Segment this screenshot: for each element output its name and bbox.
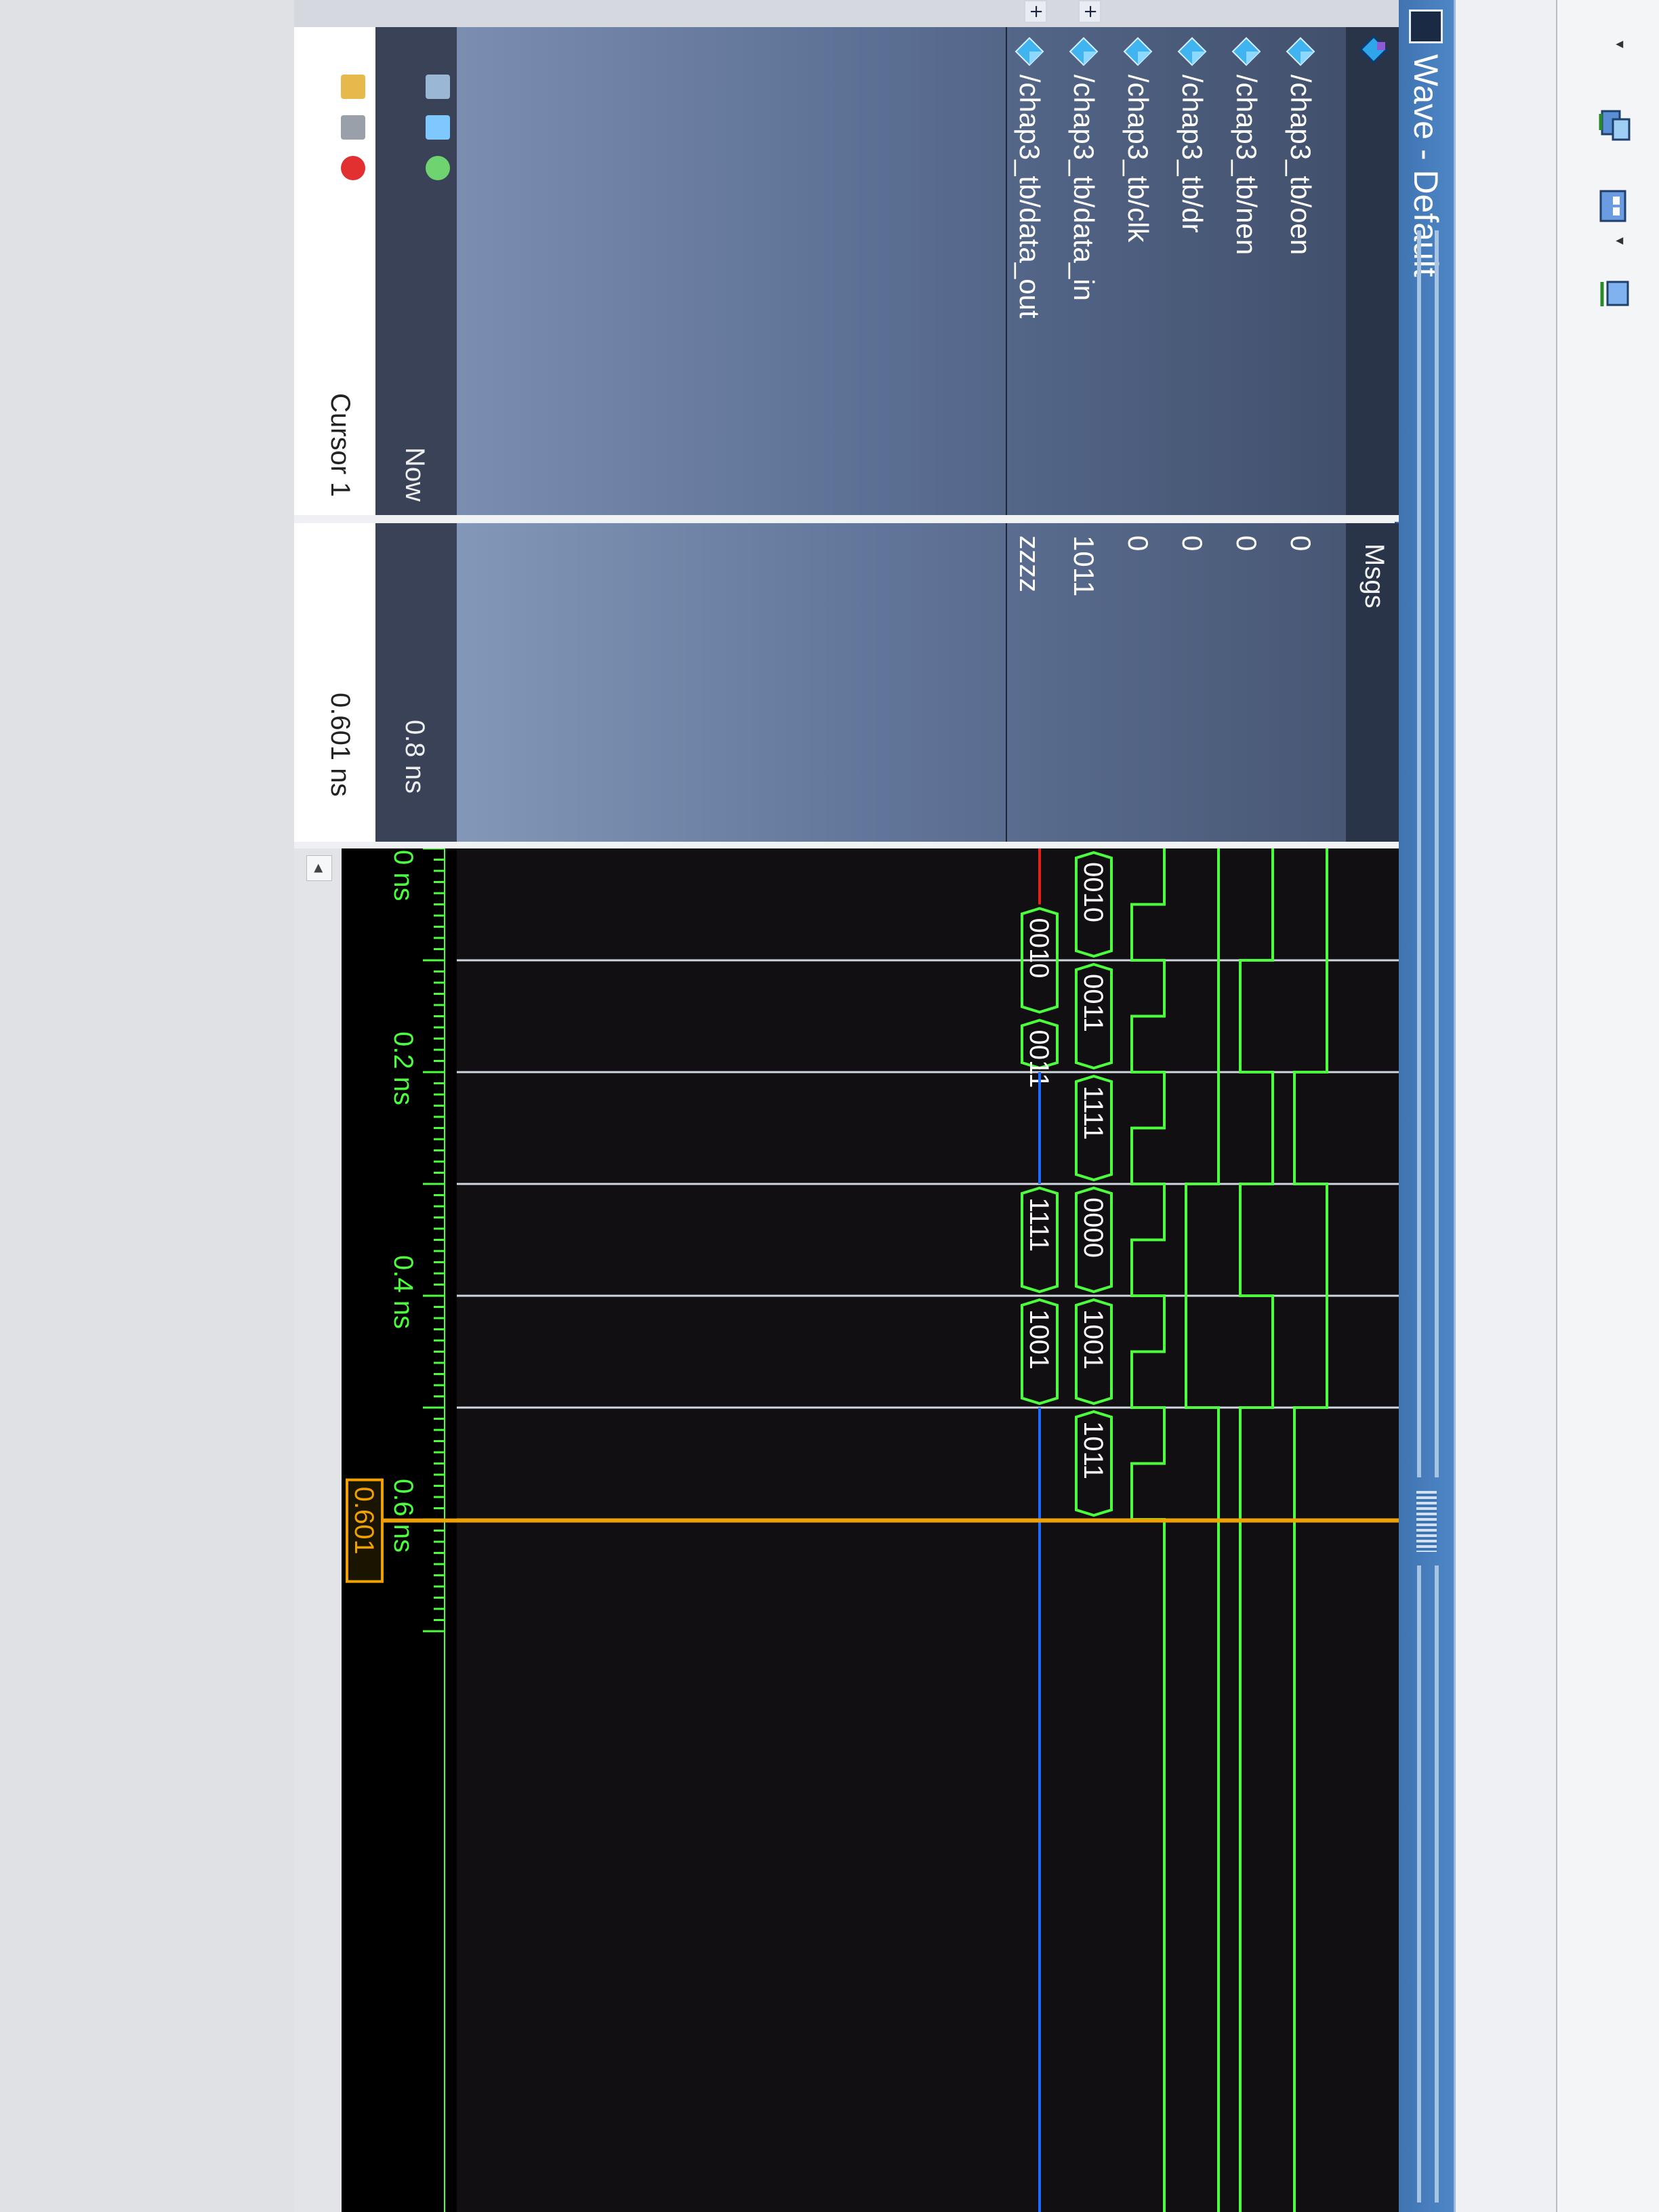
toolbar: ▾ ▾ — [1556, 0, 1659, 2212]
drag-handle[interactable] — [1416, 1491, 1437, 1552]
insert-cursor-icon[interactable] — [426, 115, 450, 140]
wave-lock-icon[interactable] — [426, 75, 450, 99]
signal-value: 0 — [1285, 535, 1317, 552]
signal-trace — [1239, 848, 1274, 2212]
cursor-readout: 0.601 — [349, 1487, 379, 1555]
bus-value-label: 1001 — [1078, 1309, 1108, 1370]
window-title: Wave - Default — [1407, 54, 1445, 277]
signal-diamond-icon — [1286, 37, 1315, 66]
signal-diamond-icon — [1069, 37, 1099, 66]
signal-value: 0 — [1231, 535, 1263, 552]
signal-values-pane: Msgs 0 0 0 0 1011 zzzz — [457, 523, 1399, 842]
value-row: 0 — [1172, 523, 1212, 842]
signal-row-clk[interactable]: /chap3_tb/clk — [1118, 27, 1158, 515]
title-grip — [1417, 1565, 1421, 2203]
dropdown-arrow-icon[interactable]: ▾ — [1612, 237, 1629, 251]
signal-value: 0 — [1176, 535, 1208, 552]
now-value: 0.8 ns — [400, 720, 430, 794]
wave-zoom-icon[interactable] — [1590, 271, 1639, 320]
cursor-label: Cursor 1 — [325, 393, 355, 497]
value-row: 0 — [1118, 523, 1158, 842]
pen-icon[interactable] — [341, 115, 365, 140]
pane-splitter[interactable] — [450, 515, 1399, 522]
timeline-label: 0.4 ns — [388, 1255, 418, 1329]
bus-value-label: 0000 — [1078, 1197, 1108, 1258]
signal-name: /chap3_tb/data_out — [1014, 75, 1046, 319]
add-cursor-icon[interactable] — [426, 156, 450, 180]
expand-data-in-button[interactable]: + — [1078, 0, 1101, 23]
title-grip — [1435, 1565, 1439, 2203]
names-header — [1346, 27, 1399, 515]
signal-name: /chap3_tb/oen — [1285, 75, 1317, 255]
wave-window: ▾ ▾ Wave - Default /chap3_tb/oen /chap3_… — [0, 0, 1659, 2212]
bus-value-label: 1001 — [1024, 1309, 1054, 1370]
signal-trace — [1293, 848, 1328, 2212]
signal-value: 0 — [1122, 535, 1154, 552]
bus-value-label: 1011 — [1078, 1421, 1108, 1479]
signal-trace — [1130, 848, 1166, 2212]
value-row: 0 — [1226, 523, 1267, 842]
signal-row-dr[interactable]: /chap3_tb/dr — [1172, 27, 1212, 515]
timeline-ruler[interactable]: 0 ns 0.2 ns 0.4 ns 0.6 ns 0.601 — [342, 847, 457, 2212]
pane-splitter[interactable] — [450, 842, 1399, 848]
left-margin — [294, 0, 1399, 27]
signal-name: /chap3_tb/data_in — [1068, 75, 1100, 301]
timeline-canvas[interactable]: 0 ns 0.2 ns 0.4 ns 0.6 ns 0.601 — [342, 847, 457, 2212]
signal-row-data-in[interactable]: /chap3_tb/data_in — [1063, 27, 1104, 515]
signal-value: zzzz — [1014, 535, 1046, 592]
bus-value-label: 0011 — [1078, 974, 1108, 1032]
bus-value-label: 1111 — [1078, 1086, 1108, 1140]
names-underline — [1006, 27, 1007, 515]
signal-trace — [1185, 848, 1220, 2212]
signal-value: 1011 — [1068, 535, 1100, 597]
wave-add-icon[interactable] — [1590, 102, 1639, 150]
signal-row-nen[interactable]: /chap3_tb/nen — [1226, 27, 1267, 515]
signal-names-pane: /chap3_tb/oen /chap3_tb/nen /chap3_tb/dr… — [457, 27, 1399, 515]
signal-diamond-icon — [1177, 37, 1207, 66]
expand-data-out-button[interactable]: + — [1024, 0, 1047, 23]
signal-name: /chap3_tb/clk — [1122, 75, 1154, 243]
msgs-label: Msgs — [1359, 544, 1389, 609]
dropdown-arrow-icon[interactable]: ▾ — [1612, 41, 1629, 54]
values-header: Msgs — [1346, 523, 1399, 842]
cursor-value: 0.601 ns — [325, 693, 355, 797]
status-values: 0.8 ns 0.601 ns — [294, 523, 457, 842]
timeline-label: 0.6 ns — [388, 1479, 418, 1553]
title-bar[interactable]: Wave - Default — [1395, 0, 1456, 2212]
bus-value-label: 0010 — [1024, 918, 1054, 979]
waveform-canvas[interactable]: 0010001111110000100110110010001111111001 — [457, 848, 1399, 2212]
signal-diamond-icon — [1123, 37, 1153, 66]
now-row: Now — [375, 27, 457, 515]
signal-diamond-icon — [1231, 37, 1261, 66]
wave-format-icon[interactable] — [1590, 183, 1639, 232]
value-row: zzzz — [1009, 523, 1050, 842]
timeline-label: 0.2 ns — [388, 1031, 418, 1105]
now-value-row: 0.8 ns — [375, 523, 457, 842]
wave-header-icon[interactable] — [1358, 34, 1389, 65]
signal-row-oen[interactable]: /chap3_tb/oen — [1280, 27, 1321, 515]
signal-row-data-out[interactable]: /chap3_tb/data_out — [1009, 27, 1050, 515]
bus-value-label: 0010 — [1078, 862, 1108, 922]
now-label: Now — [400, 447, 430, 502]
values-underline — [1006, 523, 1007, 842]
bus-value-label: 1111 — [1024, 1197, 1054, 1252]
value-row: 1011 — [1063, 523, 1104, 842]
title-grip — [1417, 230, 1421, 1477]
lock-icon[interactable] — [341, 75, 365, 99]
wave-hscrollbar[interactable]: ◂ — [294, 848, 342, 2212]
bottom-area — [0, 0, 294, 2212]
signal-name: /chap3_tb/dr — [1176, 75, 1208, 233]
timeline-label: 0 ns — [388, 850, 418, 901]
title-grip — [1435, 230, 1439, 1477]
waveform-pane[interactable]: 0010 0011 1111 0000 1001 1011 0010 0011 1111 1001 — [457, 848, 1399, 2212]
value-row: 0 — [1280, 523, 1321, 842]
delete-cursor-icon[interactable] — [341, 156, 365, 180]
signal-name: /chap3_tb/nen — [1231, 75, 1263, 255]
status-names: Now Cursor 1 — [294, 27, 457, 515]
window-icon — [1409, 9, 1443, 43]
signal-diamond-icon — [1015, 37, 1044, 66]
scroll-left-arrow-icon[interactable]: ◂ — [306, 855, 332, 881]
